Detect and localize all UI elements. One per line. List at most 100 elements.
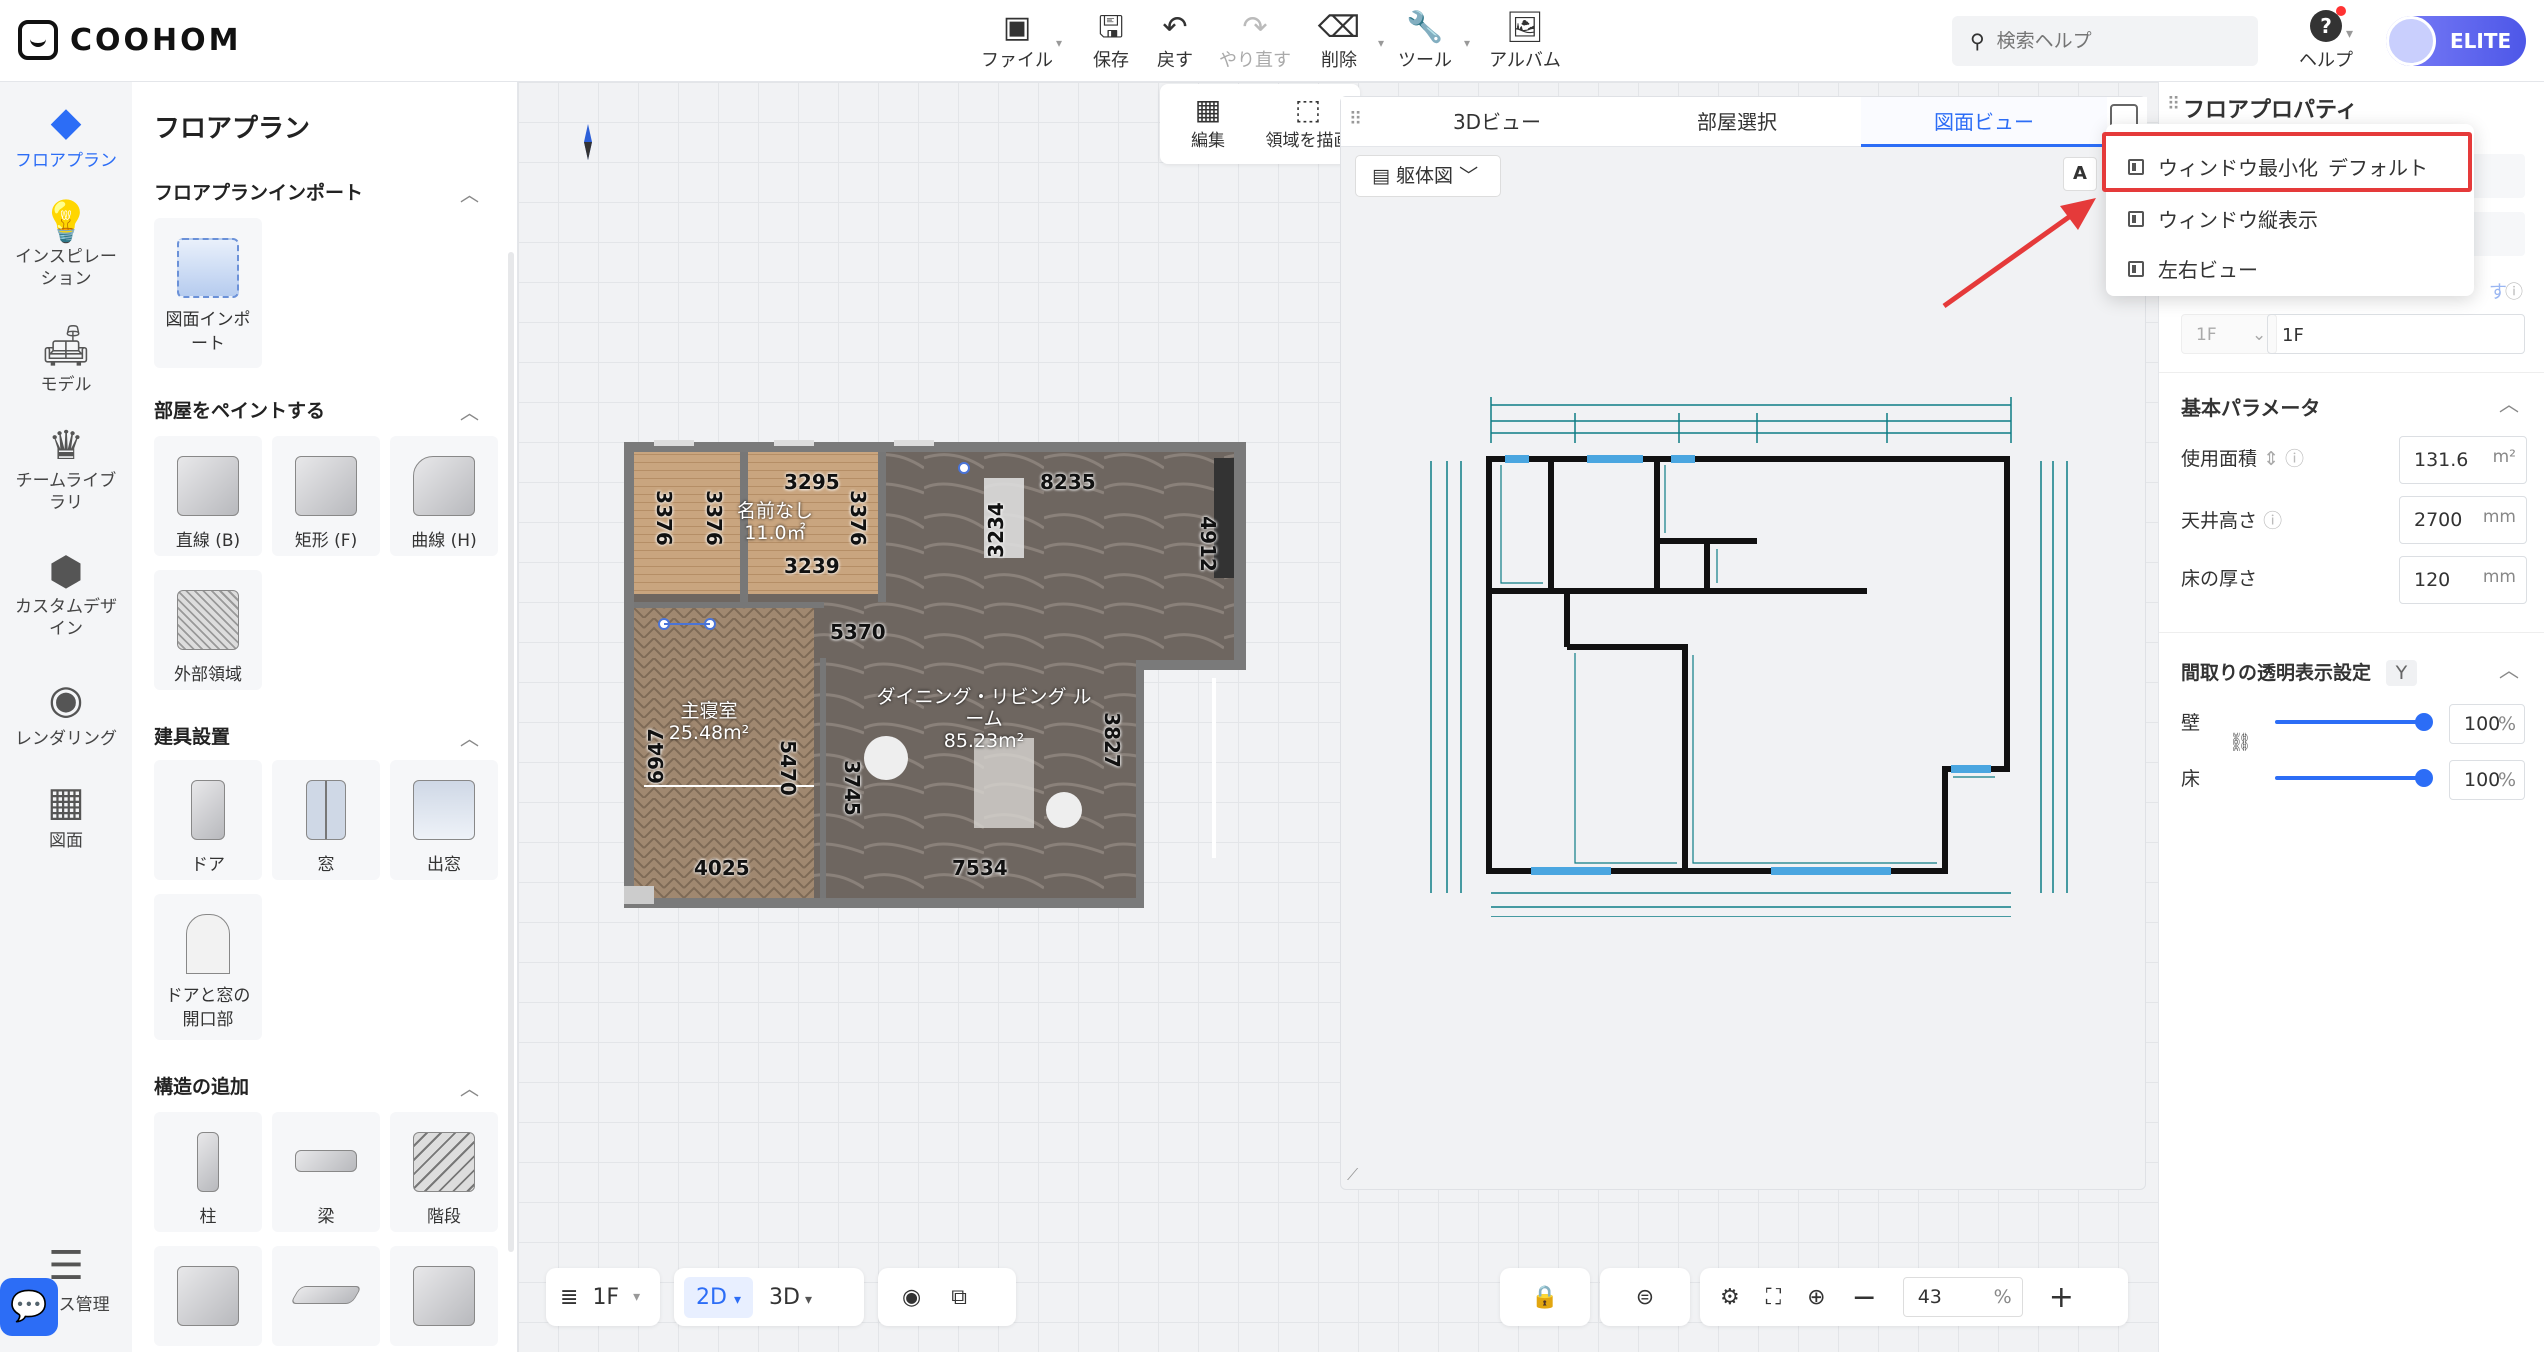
album-button[interactable]: 🖼 アルバム [1480,10,1570,72]
shortcut-key: Y [2385,660,2418,686]
nav-inspiration[interactable]: 💡 インスピレーション [0,198,132,290]
area-input[interactable]: 131.6 m² [2399,436,2527,484]
floor-selector[interactable]: ≣ 1F ▾ [546,1268,660,1326]
floor-label: 1F [592,1284,620,1310]
chat-icon[interactable]: 💬 [0,1278,58,1336]
chevron-down-icon: ﹀ [1459,165,1479,187]
drag-handle-icon[interactable]: ⠿ [2167,94,2180,115]
curve-tool-card[interactable]: 曲線 (H) [390,436,498,556]
structure-card-more-1[interactable] [154,1246,262,1346]
tab-3d-view[interactable]: 3Dビュー [1397,97,1597,147]
opening-icon [186,914,230,974]
room-label-master-bedroom[interactable]: 主寝室 25.48m² [654,700,764,744]
info-icon: ⓘ [2285,448,2305,470]
beam-card[interactable]: 梁 [272,1112,380,1232]
nav-drawing[interactable]: ▦ 図面 [0,778,132,851]
ceiling-input[interactable]: 2700 mm [2399,496,2527,544]
undo-button[interactable]: ↶ 戻す [1130,10,1220,72]
floor-plan-2d[interactable]: 3295 8235 3376 3376 3376 3239 3234 4912 … [624,438,1246,908]
basic-params-header[interactable]: 基本パラメータ [2181,392,2320,421]
nav-model[interactable]: 🛋 モデル [0,322,132,395]
nav-floorplan[interactable]: ◆ フロアプラン [0,98,132,171]
card-label: 図面インポート [165,310,251,354]
drawing-type-dropdown[interactable]: ▤ 躯体図 ﹀ [1355,155,1501,197]
opening-card[interactable]: ドアと窓の開口部 [154,894,262,1040]
search-icon: ⚲ [1970,29,1985,53]
floor-name-input[interactable]: 1F [2267,314,2525,354]
delete-button[interactable]: ⌫ 削除 ▾ [1294,10,1384,72]
room-label-living[interactable]: ダイニング・リビング ルーム 85.23m² [874,686,1094,752]
floor-select-value: 1F [2196,325,2217,345]
floor-transparency-slider[interactable] [2275,769,2433,787]
menu-item-side-by-side[interactable]: 左右ビュー [2128,254,2258,283]
link-icon[interactable]: ⛓ [2229,732,2252,753]
slider-knob[interactable] [2415,769,2433,787]
line-tool-card[interactable]: 直線 (B) [154,436,262,556]
section-paint-room[interactable]: 部屋をペイントする ︿ [154,396,479,424]
lock-button[interactable]: 🔒 [1500,1268,1590,1326]
resize-handle-icon[interactable]: ⟋ [1347,1165,1358,1185]
tools-button[interactable]: 🔧 ツール ▾ [1380,10,1470,72]
stairs-card[interactable]: 階段 [390,1112,498,1232]
rect-tool-card[interactable]: 矩形 (F) [272,436,380,556]
zoom-out-icon[interactable]: − [1852,1280,1877,1315]
account-badge[interactable]: ELITE [2386,16,2526,66]
toggle-button[interactable]: ⊜ [1600,1268,1690,1326]
file-button[interactable]: ▣ ファイル ▾ [972,10,1062,72]
nav-rendering[interactable]: ◉ レンダリング [0,676,132,749]
drag-handle-icon[interactable]: ⠿ [1349,109,1362,130]
fit-view-icon[interactable]: ⛶ [1766,1285,1781,1310]
transparency-header[interactable]: 間取りの透明表示設定 Y [2181,658,2418,686]
beam-icon [295,1150,357,1172]
structure-card-more-2[interactable] [272,1246,380,1346]
percent-unit: % [2497,769,2516,791]
slider-knob[interactable] [2415,713,2433,731]
sort-icon[interactable]: ⇕ [2263,448,2279,470]
wall-transparency-slider[interactable] [2275,713,2433,731]
section-title: フロアプランインポート [154,182,364,204]
help-button[interactable]: ? ヘルプ [2286,6,2366,72]
floor-percent-input[interactable]: 100% [2449,760,2525,800]
text-style-icon[interactable]: A [2063,157,2097,191]
cube-icon[interactable]: ⧉ [951,1285,967,1310]
section-import[interactable]: フロアプランインポート ︿ [154,178,479,206]
zoom-input[interactable]: 43 % [1902,1277,2023,1317]
bay-window-card[interactable]: 出窓 [390,760,498,880]
chevron-up-icon[interactable]: ︿ [2499,654,2519,683]
nav-team-library[interactable]: ♛ チームライブラリ [0,422,132,514]
tab-room-select[interactable]: 部屋選択 [1637,97,1837,147]
room-label-unnamed[interactable]: 名前なし 11.0㎡ [720,500,830,544]
import-drawing-card[interactable]: 図面インポート [154,218,262,368]
edit-button[interactable]: ▦ 編集 [1178,94,1238,152]
search-box[interactable]: ⚲ [1952,16,2258,66]
wall-percent-input[interactable]: 100% [2449,704,2525,744]
view-settings-icon[interactable]: ⚙ [1720,1285,1740,1310]
mode-2d-button[interactable]: 2D ▾ [684,1276,753,1318]
coohom-logo[interactable]: COOHOM [18,20,242,60]
ceiling-unit: mm [2482,507,2516,527]
section-fixtures[interactable]: 建具設置 ︿ [154,722,479,750]
chevron-up-icon[interactable]: ︿ [2499,388,2519,417]
nav-custom-design[interactable]: ⬢ カスタムデザイン [0,548,132,640]
search-input[interactable] [1996,30,2237,52]
pillar-card[interactable]: 柱 [154,1112,262,1232]
eye-icon[interactable]: ◉ [902,1285,921,1310]
mode-3d-button[interactable]: 3D ▾ [763,1277,818,1318]
section-structure[interactable]: 構造の追加 ︿ [154,1072,479,1100]
external-area-card[interactable]: 外部領域 [154,570,262,690]
menu-item-vertical[interactable]: ウィンドウ縦表示 [2128,204,2318,233]
floor-select[interactable]: 1F ⌄ [2181,314,2277,354]
floor-thickness-input[interactable]: 120 mm [2399,556,2527,604]
structure-card-more-3[interactable] [390,1246,498,1346]
tab-drawing-view[interactable]: 図面ビュー [1861,97,2107,147]
zoom-in-icon[interactable]: + [2049,1280,2074,1315]
redo-button[interactable]: ↷ やり直す [1210,10,1300,72]
redo-icon: ↷ [1242,10,1268,45]
window-card[interactable]: 窓 [272,760,380,880]
door-card[interactable]: ドア [154,760,262,880]
menu-item-label: ウィンドウ縦表示 [2158,208,2318,232]
tools-label: ツール [1398,50,1452,71]
catalog-scrollbar[interactable] [508,252,514,1252]
zoom-area-icon[interactable]: ⊕ [1807,1285,1825,1310]
rect-wall-icon [295,456,357,516]
